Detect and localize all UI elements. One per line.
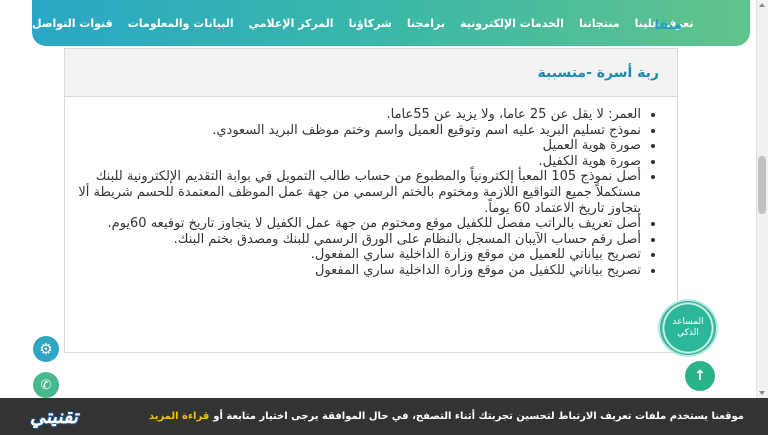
cookie-message: موقعنا يستخدم ملفات تعريف الارتباط لتحسي… bbox=[213, 411, 744, 422]
list-item: أصل رقم حساب الآيبان المسجل بالنظام على … bbox=[75, 232, 641, 248]
nav-item-data[interactable]: البيانات والمعلومات bbox=[128, 17, 234, 30]
nav-item-e-services[interactable]: الخدمات الإلكترونية bbox=[460, 17, 564, 30]
top-nav: تعرف علينا منتجاتنا الخدمات الإلكترونية … bbox=[32, 0, 750, 46]
scroll-up-icon[interactable] bbox=[759, 3, 765, 7]
nav-item-programs[interactable]: برامجنا bbox=[407, 17, 445, 30]
list-item: صورة هوية الكفيل. bbox=[75, 154, 642, 170]
list-item: صورة هوية العميل bbox=[75, 138, 641, 154]
nav-item-products[interactable]: منتجاتنا bbox=[579, 17, 620, 30]
assistant-label-line1: المساعد bbox=[672, 317, 704, 327]
requirements-list: العمر: لا يقل عن 25 عاما، ولا يزيد عن 55… bbox=[75, 107, 661, 279]
scroll-to-top-button[interactable]: ↑ bbox=[685, 361, 715, 391]
smart-assistant-button[interactable]: المساعد الذكي bbox=[660, 301, 716, 355]
logo-text: تقنيتي bbox=[30, 405, 78, 428]
settings-button[interactable]: ⚙ bbox=[33, 336, 59, 362]
call-button[interactable]: ✆ bbox=[33, 372, 59, 398]
arrow-up-icon: ↑ bbox=[694, 368, 706, 384]
scroll-thumb[interactable] bbox=[758, 156, 766, 214]
scroll-down-icon[interactable] bbox=[759, 391, 765, 395]
panel-title: ربة أسرة -متسببة bbox=[65, 49, 677, 97]
site-logo[interactable]: تقنيتي bbox=[8, 398, 100, 435]
phone-icon: ✆ bbox=[40, 377, 52, 393]
nav-item-partners[interactable]: شركاؤنا bbox=[349, 17, 392, 30]
assistant-label-line2: الذكي bbox=[677, 328, 699, 338]
list-item: نموذج تسليم البريد عليه اسم وتوقيع العمي… bbox=[75, 123, 641, 139]
cookie-consent-bar: موقعنا يستخدم ملفات تعريف الارتباط لتحسي… bbox=[0, 398, 768, 435]
list-item: تصريح بياناتي للعميل من موقع وزارة الداخ… bbox=[75, 247, 641, 263]
page-scrollbar[interactable] bbox=[756, 0, 768, 398]
read-more-link[interactable]: قراءة المزيد bbox=[149, 411, 209, 422]
list-item: أصل نموذج 105 المعبأ إلكترونياً والمطبوع… bbox=[75, 169, 641, 216]
nav-item-media-center[interactable]: المركز الإعلامي bbox=[249, 17, 334, 30]
list-item: أصل تعريف بالراتب مفصل للكفيل موقع ومختو… bbox=[75, 216, 641, 232]
nav-item-contact[interactable]: قنوات التواصل bbox=[32, 17, 113, 30]
panel-body: العمر: لا يقل عن 25 عاما، ولا يزيد عن 55… bbox=[65, 97, 677, 279]
list-item: العمر: لا يقل عن 25 عاما، ولا يزيد عن 55… bbox=[75, 107, 641, 123]
gear-icon: ⚙ bbox=[39, 340, 53, 358]
requirements-panel: ربة أسرة -متسببة العمر: لا يقل عن 25 عام… bbox=[64, 48, 678, 353]
nav-current-label[interactable]: متقا bbox=[654, 18, 682, 33]
list-item: تصريح بياناتي للكفيل من موقع وزارة الداخ… bbox=[75, 263, 641, 279]
